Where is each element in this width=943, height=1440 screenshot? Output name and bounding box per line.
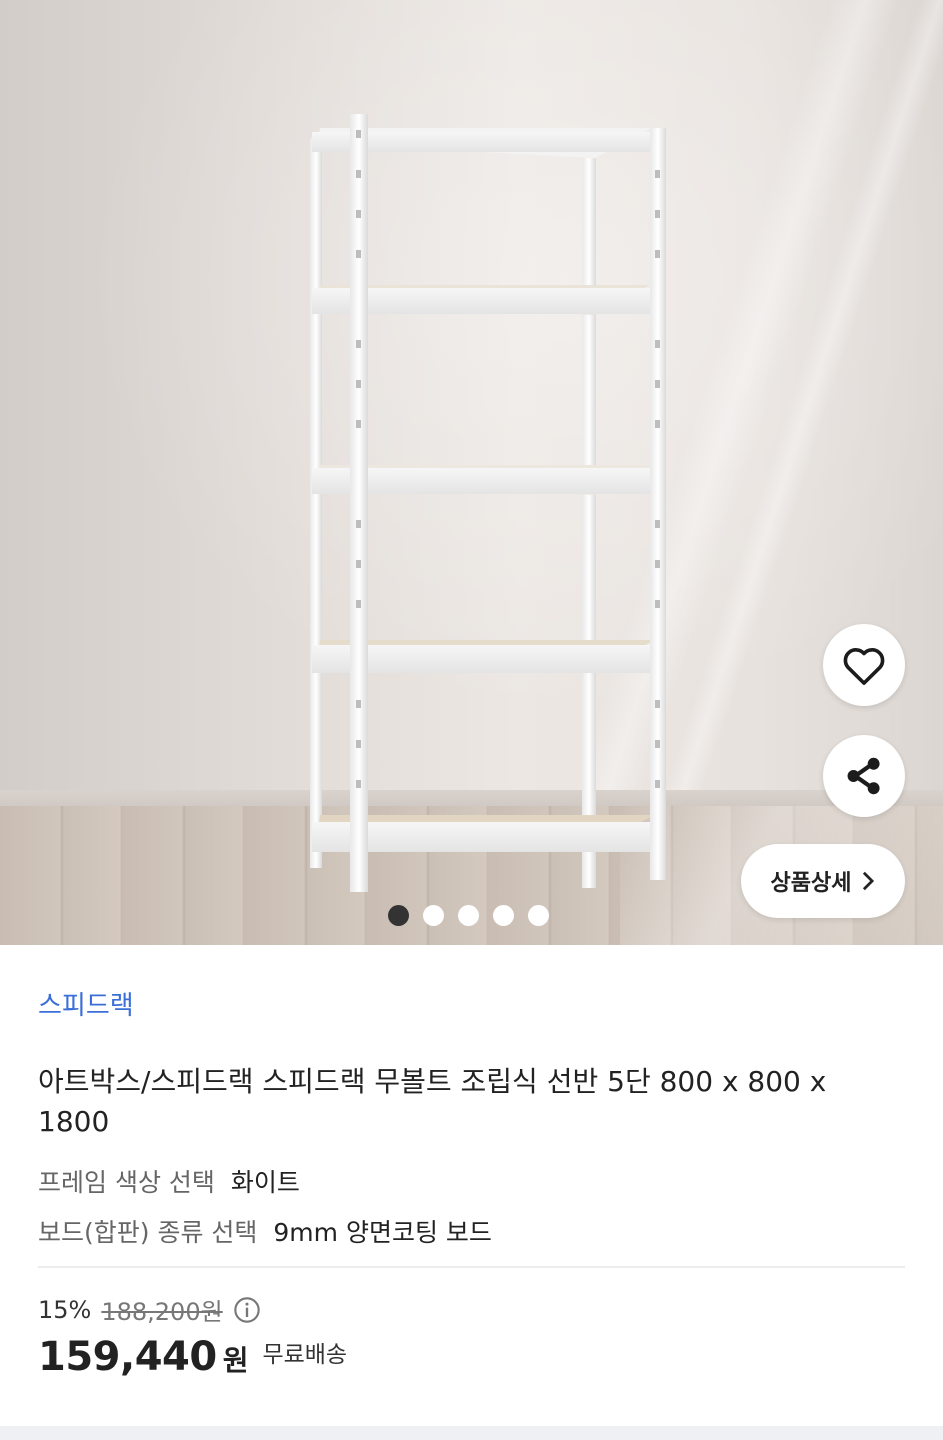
favorite-button[interactable] bbox=[823, 624, 905, 706]
carousel-indicator bbox=[388, 905, 549, 926]
discount-rate: 15% bbox=[38, 1295, 92, 1324]
option-board-type: 보드(합판) 종류 선택 9mm 양면코팅 보드 bbox=[38, 1213, 492, 1249]
original-price: 188,200원 bbox=[101, 1298, 223, 1326]
product-image bbox=[310, 114, 666, 892]
option-label: 프레임 색상 선택 bbox=[38, 1168, 215, 1197]
carousel-dot[interactable] bbox=[528, 905, 549, 926]
product-detail-button[interactable]: 상품상세 bbox=[741, 844, 905, 918]
product-image-carousel[interactable]: 상품상세 bbox=[0, 0, 943, 945]
product-title: 아트박스/스피드랙 스피드랙 무볼트 조립식 선반 5단 800 x 800 x… bbox=[38, 1065, 827, 1138]
share-button[interactable] bbox=[823, 735, 905, 817]
price-row: 159,440 원 무료배송 bbox=[38, 1334, 347, 1380]
sale-price: 159,440 bbox=[38, 1334, 217, 1380]
heart-icon bbox=[843, 648, 885, 685]
carousel-dot[interactable] bbox=[423, 905, 444, 926]
option-value: 9mm 양면코팅 보드 bbox=[273, 1218, 492, 1247]
info-icon bbox=[233, 1296, 260, 1323]
shipping-info: 무료배송 bbox=[262, 1342, 348, 1368]
option-label: 보드(합판) 종류 선택 bbox=[38, 1218, 258, 1247]
product-detail-label: 상품상세 bbox=[770, 871, 852, 896]
chevron-right-icon bbox=[863, 871, 875, 891]
carousel-dot[interactable] bbox=[388, 905, 409, 926]
option-frame-color: 프레임 색상 선택 화이트 bbox=[38, 1163, 300, 1199]
divider bbox=[38, 1266, 905, 1268]
currency-unit: 원 bbox=[222, 1344, 249, 1377]
share-icon bbox=[847, 757, 880, 795]
carousel-dot[interactable] bbox=[458, 905, 479, 926]
discount-row: 15% 188,200원 bbox=[38, 1292, 261, 1327]
section-separator bbox=[0, 1426, 943, 1440]
option-value: 화이트 bbox=[230, 1168, 300, 1197]
brand-link[interactable]: 스피드랙 bbox=[38, 985, 134, 1022]
price-info-button[interactable] bbox=[233, 1296, 261, 1324]
carousel-dot[interactable] bbox=[493, 905, 514, 926]
